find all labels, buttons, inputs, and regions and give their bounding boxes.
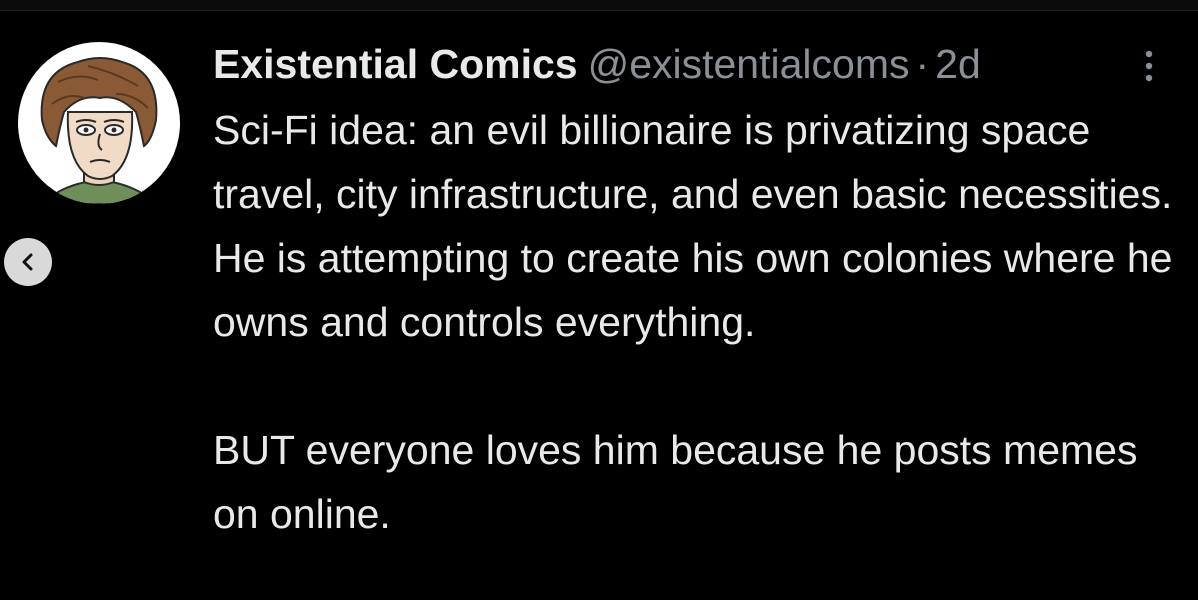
tweet-timestamp[interactable]: 2d — [935, 38, 981, 90]
header-separator: · — [915, 41, 930, 87]
chevron-left-icon — [22, 253, 33, 271]
avatar-portrait-icon — [40, 57, 158, 204]
back-button[interactable] — [4, 238, 52, 286]
tweet-text: Sci-Fi idea: an evil billionaire is priv… — [213, 98, 1188, 546]
display-name[interactable]: Existential Comics — [213, 38, 578, 90]
user-handle[interactable]: @existentialcoms — [588, 38, 910, 90]
more-vertical-icon — [1145, 50, 1153, 82]
tweet-paragraph: BUT everyone loves him because he posts … — [213, 427, 1138, 537]
top-divider — [0, 0, 1198, 11]
tweet-paragraph: Sci-Fi idea: an evil billionaire is priv… — [213, 107, 1173, 345]
more-options-button[interactable] — [1134, 44, 1164, 88]
tweet-header: Existential Comics @existentialcoms · 2d — [213, 38, 981, 90]
profile-avatar[interactable] — [18, 42, 180, 204]
